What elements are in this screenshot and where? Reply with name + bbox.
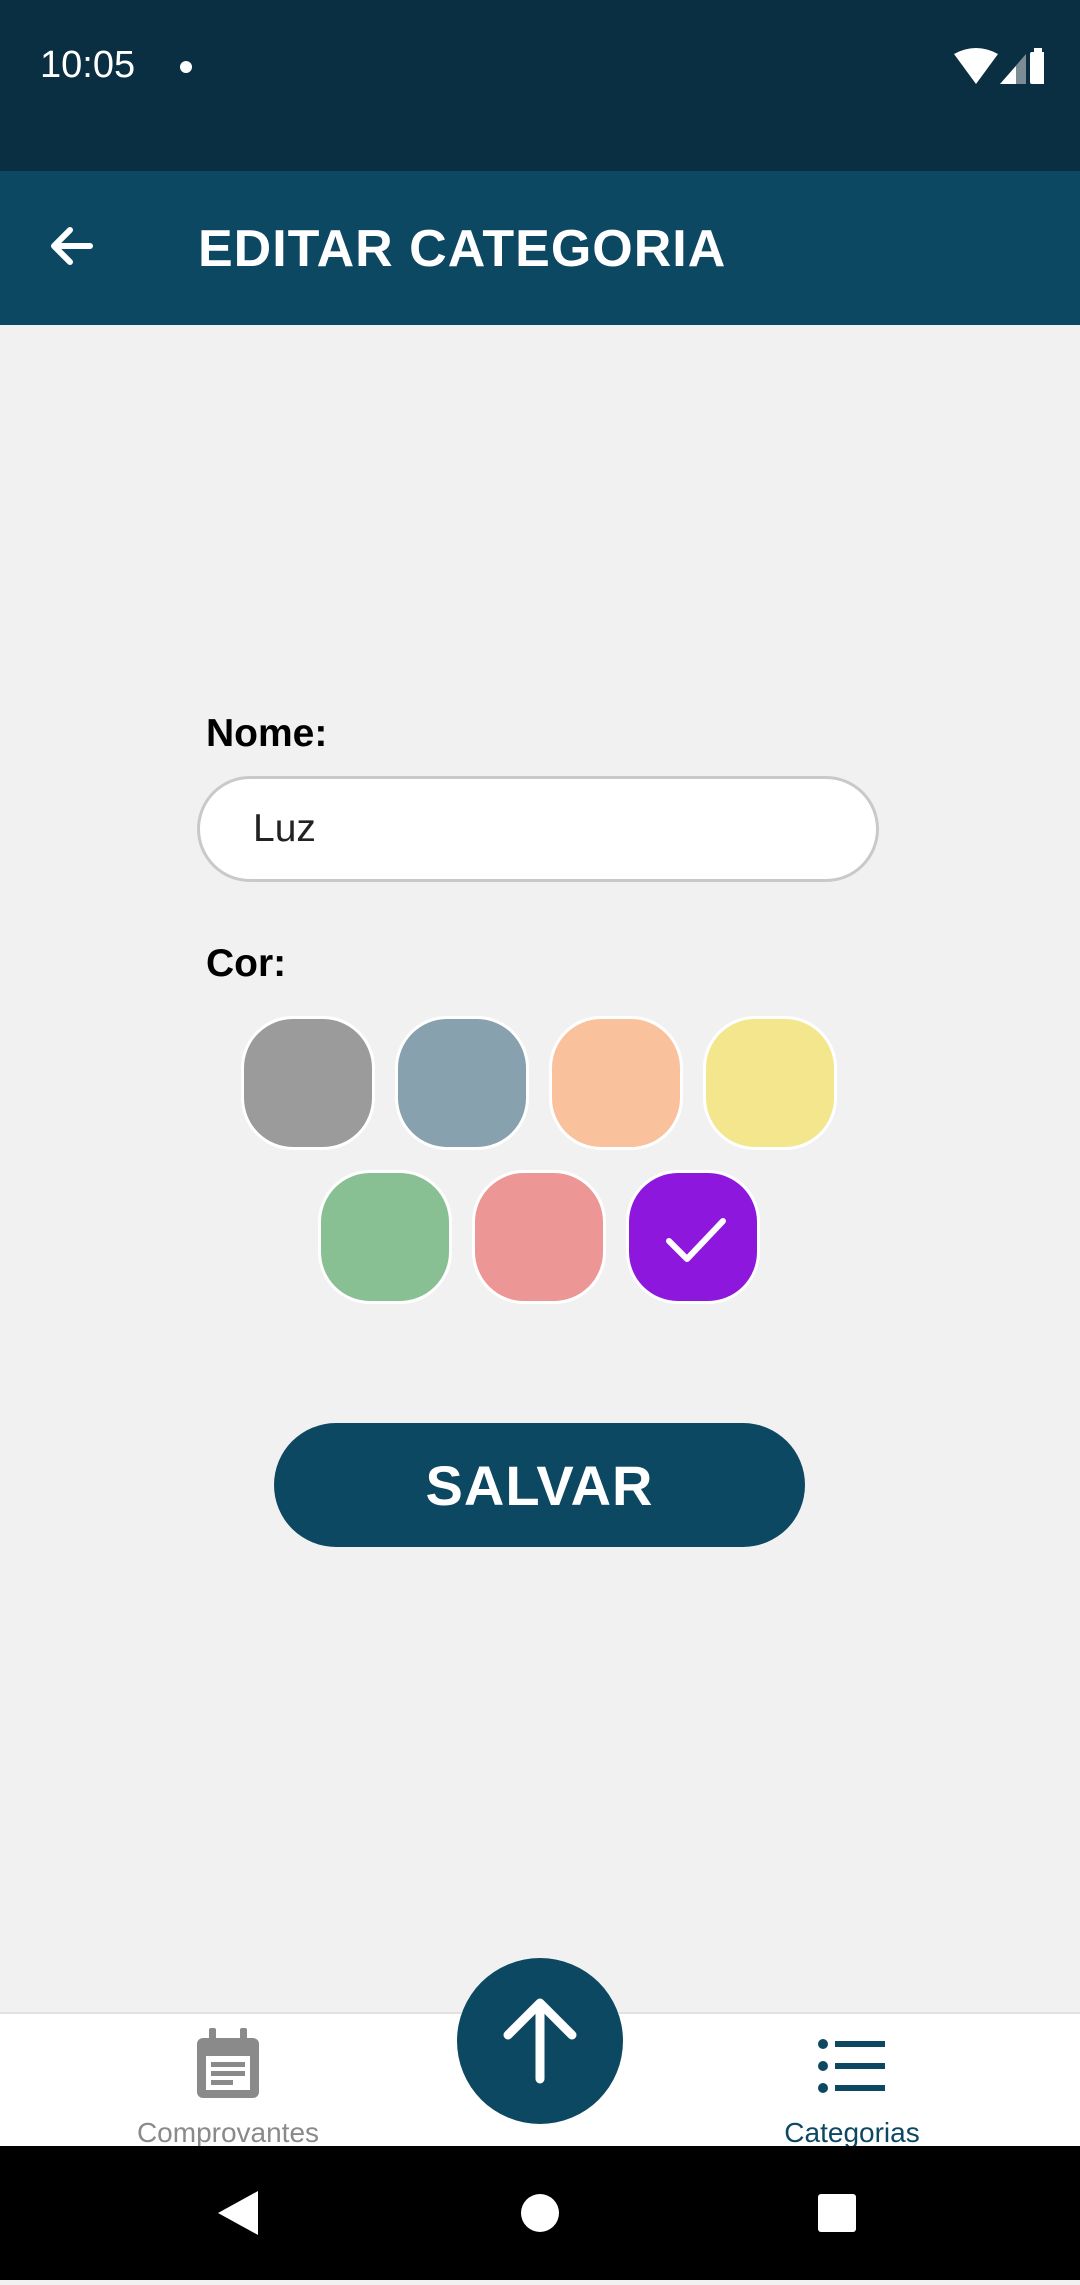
name-input[interactable] [197,776,879,882]
upload-fab-button[interactable] [457,1958,623,2124]
save-button[interactable]: SALVAR [274,1423,805,1547]
home-circle-icon[interactable] [521,2194,559,2232]
arrow-back-icon[interactable] [36,211,106,281]
color-swatch[interactable] [395,1016,529,1150]
notification-dot-icon [180,61,192,73]
nav-label-comprovantes: Comprovantes [136,2117,320,2148]
color-swatch[interactable] [472,1170,606,1304]
color-swatch[interactable] [241,1016,375,1150]
nav-item-categorias[interactable]: Categorias [702,2014,1002,2148]
name-label: Nome: [206,712,328,755]
system-navigation-bar [0,2146,1080,2280]
page-title: EDITAR CATEGORIA [198,220,727,278]
checkmark-icon [666,1218,726,1262]
app-bar: EDITAR CATEGORIA [0,171,1080,325]
nav-label-categorias: Categorias [784,2117,920,2148]
color-label: Cor: [206,942,287,985]
recents-square-icon[interactable] [818,2194,856,2232]
status-bar: 10:05 [0,0,1080,171]
color-swatch[interactable] [626,1170,760,1304]
wifi-icon [954,48,998,84]
color-swatch[interactable] [549,1016,683,1150]
status-time: 10:05 [40,44,136,86]
system-nav-buttons [218,2191,856,2235]
color-swatch[interactable] [703,1016,837,1150]
color-swatch[interactable] [318,1170,452,1304]
receipt-calendar-icon [197,2028,259,2098]
status-icons [954,48,1044,84]
list-icon [818,2039,885,2093]
back-triangle-icon[interactable] [218,2191,258,2235]
nav-item-comprovantes[interactable]: Comprovantes [78,2014,378,2148]
battery-icon [1030,52,1044,84]
arrow-up-icon [503,1998,577,2084]
